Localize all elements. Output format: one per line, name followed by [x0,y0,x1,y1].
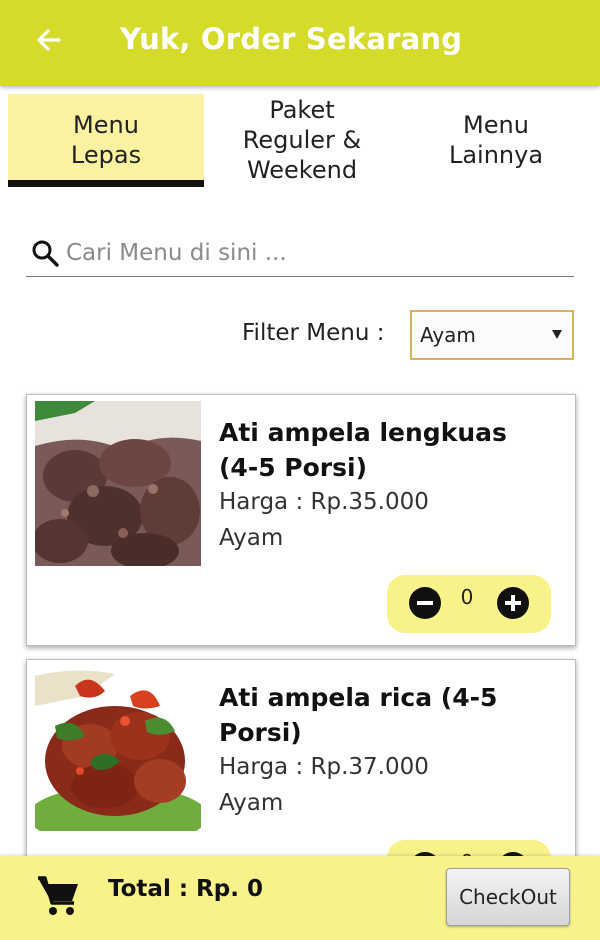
search-bar [26,230,574,277]
menu-item-card: Ati ampela lengkuas (4-5 Porsi) Harga : … [26,394,576,646]
filter-label: Filter Menu : [242,320,385,346]
checkout-bar: Total : Rp. 0 CheckOut [0,856,600,940]
search-icon [32,240,59,267]
minus-icon[interactable] [409,587,441,619]
arrow-left-icon [37,29,61,51]
plus-icon[interactable] [497,587,529,619]
menu-item-photo [35,666,201,831]
tab-bar: Menu Lepas Paket Reguler & Weekend Menu … [0,94,600,194]
tab-menu-lepas[interactable]: Menu Lepas [8,94,204,186]
menu-item-category: Ayam [219,525,284,551]
filter-selected-value: Ayam [420,323,476,347]
quantity-stepper: 0 [387,575,551,633]
menu-item-price: Harga : Rp.35.000 [219,489,429,515]
menu-item-price: Harga : Rp.37.000 [219,754,429,780]
menu-item-name: Ati ampela lengkuas (4-5 Porsi) [219,418,507,482]
quantity-value: 0 [460,585,474,609]
cart-icon [38,876,78,915]
menu-item-category: Ayam [219,790,284,816]
menu-item-photo [35,401,201,566]
total-price: Total : Rp. 0 [108,876,263,902]
filter-dropdown[interactable]: Ayam [410,310,574,360]
tab-paket-reguler-weekend[interactable]: Paket Reguler & Weekend [204,94,400,186]
back-button[interactable] [28,20,68,60]
checkout-button[interactable]: CheckOut [446,868,570,926]
app-bar: Yuk, Order Sekarang [0,0,600,86]
caret-down-icon [552,330,562,339]
search-input[interactable] [64,234,568,272]
active-tab-indicator [8,180,204,187]
menu-item-name: Ati ampela rica (4-5 Porsi) [219,683,498,747]
page-title: Yuk, Order Sekarang [120,22,463,56]
tab-menu-lainnya[interactable]: Menu Lainnya [400,94,592,186]
